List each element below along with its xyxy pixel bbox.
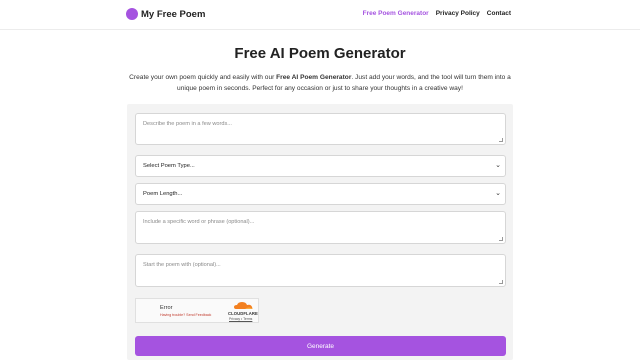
resize-handle-icon[interactable] bbox=[499, 237, 503, 241]
main-nav: Free Poem Generator Privacy Policy Conta… bbox=[363, 10, 511, 17]
intro-text-part: Create your own poem quickly and easily … bbox=[129, 74, 277, 81]
poem-length-value: Poem Length... bbox=[143, 191, 183, 197]
poem-length-select[interactable]: Poem Length... ⌄ bbox=[135, 183, 506, 205]
resize-handle-icon[interactable] bbox=[499, 138, 503, 142]
captcha-error-detail[interactable]: Having trouble? Send Feedback bbox=[160, 313, 211, 317]
resize-handle-icon[interactable] bbox=[499, 280, 503, 284]
poem-start-input[interactable]: Start the poem with (optional)... bbox=[135, 254, 506, 287]
poem-type-select[interactable]: Select Poem Type... ⌄ bbox=[135, 155, 506, 177]
intro-text-highlight: Free AI Poem Generator bbox=[276, 74, 352, 81]
nav-link-poem-generator[interactable]: Free Poem Generator bbox=[363, 10, 429, 17]
specific-word-placeholder: Include a specific word or phrase (optio… bbox=[143, 219, 255, 225]
captcha-policy-links[interactable]: Privacy • Terms bbox=[229, 317, 252, 321]
nav-link-privacy-policy[interactable]: Privacy Policy bbox=[436, 10, 480, 17]
cloudflare-cloud-icon bbox=[234, 302, 253, 309]
intro-text: Create your own poem quickly and easily … bbox=[128, 72, 512, 94]
cloudflare-brand-text: CLOUDFLARE bbox=[228, 311, 258, 316]
poem-type-value: Select Poem Type... bbox=[143, 163, 195, 169]
chevron-down-icon: ⌄ bbox=[495, 162, 501, 169]
nav-link-contact[interactable]: Contact bbox=[487, 10, 511, 17]
specific-word-input[interactable]: Include a specific word or phrase (optio… bbox=[135, 211, 506, 244]
poem-description-input[interactable]: Describe the poem in a few words... bbox=[135, 113, 506, 145]
brand-logo[interactable]: My Free Poem bbox=[126, 8, 205, 20]
chevron-down-icon: ⌄ bbox=[495, 190, 501, 197]
top-navbar: My Free Poem Free Poem Generator Privacy… bbox=[0, 0, 640, 30]
page-title: Free AI Poem Generator bbox=[234, 45, 406, 62]
brand-circle-icon bbox=[126, 8, 138, 20]
brand-name: My Free Poem bbox=[141, 8, 206, 20]
poem-start-placeholder: Start the poem with (optional)... bbox=[143, 262, 221, 268]
captcha-error-title: Error bbox=[160, 305, 173, 311]
generate-button[interactable]: Generate bbox=[135, 336, 506, 356]
poem-description-placeholder: Describe the poem in a few words... bbox=[143, 121, 232, 127]
cloudflare-captcha-widget[interactable]: Error Having trouble? Send Feedback CLOU… bbox=[135, 298, 259, 323]
